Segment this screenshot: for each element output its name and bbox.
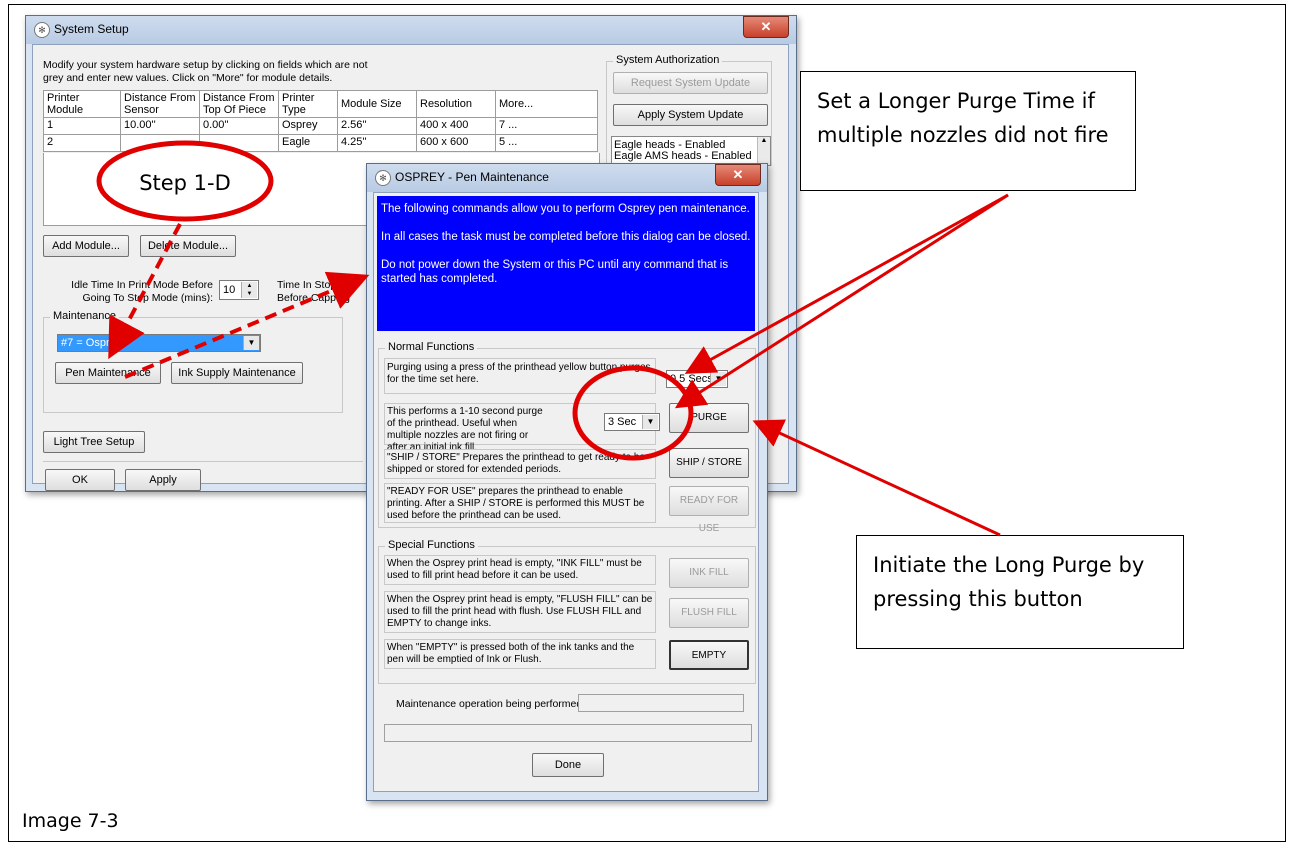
chevron-down-icon[interactable]: ▼ — [642, 415, 658, 429]
chevron-down-icon[interactable]: ▼ — [710, 372, 726, 386]
spinner-arrows-icon[interactable]: ▲ ▼ — [241, 282, 257, 298]
table-cell[interactable]: 1 — [43, 117, 121, 135]
table-row[interactable]: 2 Eagle 4.25'' 600 x 600 5 ... — [43, 134, 598, 152]
column-header: Resolution — [416, 90, 496, 118]
status-list[interactable]: Eagle heads - Enabled Eagle AMS heads - … — [611, 136, 771, 166]
pen-maintenance-button[interactable]: Pen Maintenance — [55, 362, 161, 384]
ship-text: "SHIP / STORE" Prepares the printhead to… — [387, 452, 645, 475]
pen-maintenance-dialog: ✻ OSPREY - Pen Maintenance ✕ The followi… — [366, 163, 768, 801]
purge-press-value: 0.5 Secs — [670, 373, 713, 385]
table-cell[interactable]: 10.00'' — [120, 117, 200, 135]
purge-duration-select[interactable]: 3 Sec ▼ — [604, 413, 660, 431]
ship-row: "SHIP / STORE" Prepares the printhead to… — [384, 449, 656, 479]
apply-update-button[interactable]: Apply System Update — [613, 104, 768, 126]
add-module-button[interactable]: Add Module... — [43, 235, 129, 257]
table-cell[interactable] — [120, 134, 200, 152]
purge-duration-value: 3 Sec — [608, 416, 637, 428]
table-row[interactable]: 1 10.00'' 0.00'' Osprey 2.56'' 400 x 400… — [43, 117, 598, 135]
ink-supply-button[interactable]: Ink Supply Maintenance — [171, 362, 303, 384]
initiate-purge-callout: Initiate the Long Purge by pressing this… — [856, 535, 1184, 649]
flush-text: When the Osprey print head is empty, "FL… — [387, 594, 653, 629]
ready-text: "READY FOR USE" prepares the printhead t… — [387, 486, 645, 521]
info-line: In all cases the task must be completed … — [381, 231, 751, 243]
app-icon: ✻ — [34, 22, 50, 38]
purge-text: This performs a 1-10 second purge of the… — [387, 406, 543, 453]
idle-time-spinner[interactable]: 10 ▲ ▼ — [219, 280, 259, 300]
table-cell[interactable] — [199, 134, 279, 152]
ready-row: "READY FOR USE" prepares the printhead t… — [384, 483, 656, 523]
table-cell[interactable]: Eagle — [278, 134, 338, 152]
table-header-row: Printer Module Distance From Sensor Dist… — [43, 90, 598, 118]
operation-label: Maintenance operation being performed: — [396, 698, 586, 710]
close-button[interactable]: ✕ — [743, 16, 789, 38]
apply-button[interactable]: Apply — [125, 469, 201, 491]
request-update-button[interactable]: Request System Update — [613, 72, 768, 94]
table-cell[interactable]: Osprey — [278, 117, 338, 135]
table-cell[interactable]: 2.56'' — [337, 117, 417, 135]
separator — [43, 461, 363, 462]
info-panel: The following commands allow you to perf… — [377, 196, 755, 331]
table-cell[interactable]: 2 — [43, 134, 121, 152]
ok-button[interactable]: OK — [45, 469, 115, 491]
window-title: System Setup — [54, 22, 129, 36]
operation-field — [578, 694, 744, 712]
empty-button[interactable]: EMPTY — [669, 640, 749, 670]
column-header: Distance From Top Of Piece — [199, 90, 279, 118]
table-cell[interactable]: 4.25'' — [337, 134, 417, 152]
status-item: Eagle AMS heads - Enabled — [614, 150, 752, 162]
maintenance-label: Maintenance — [50, 310, 119, 322]
instructions-text: Modify your system hardware setup by cli… — [43, 59, 368, 84]
ink-fill-text: When the Osprey print head is empty, "IN… — [387, 558, 642, 581]
ready-for-use-button[interactable]: READY FOR USE — [669, 486, 749, 534]
empty-text: When "EMPTY" is pressed both of the ink … — [387, 642, 635, 665]
figure-caption: Image 7-3 — [22, 810, 119, 832]
dialog-title: OSPREY - Pen Maintenance — [395, 170, 549, 184]
scrollbar[interactable]: ▲ — [757, 137, 770, 165]
pen-dialog-titlebar[interactable]: ✻ OSPREY - Pen Maintenance ✕ — [367, 164, 767, 192]
ship-store-button[interactable]: SHIP / STORE — [669, 448, 749, 478]
column-header: Distance From Sensor — [120, 90, 200, 118]
delete-module-button[interactable]: Delete Module... — [140, 235, 236, 257]
time-stopped-label: Time In Stopped Before Capping — [277, 279, 354, 304]
table-cell[interactable]: 7 ... — [495, 117, 598, 135]
ink-fill-row: When the Osprey print head is empty, "IN… — [384, 555, 656, 585]
purge-press-row: Purging using a press of the printhead y… — [384, 358, 656, 394]
info-line: The following commands allow you to perf… — [381, 203, 750, 215]
info-line: Do not power down the System or this PC … — [381, 259, 729, 285]
purge-press-select[interactable]: 0.5 Secs ▼ — [666, 370, 728, 388]
authorization-label: System Authorization — [613, 54, 723, 66]
idle-time-label: Idle Time In Print Mode Before Going To … — [71, 279, 213, 304]
module-table: Printer Module Distance From Sensor Dist… — [43, 90, 598, 152]
column-header: Module Size — [337, 90, 417, 118]
table-cell[interactable]: 0.00'' — [199, 117, 279, 135]
empty-row: When "EMPTY" is pressed both of the ink … — [384, 639, 656, 669]
idle-time-value: 10 — [223, 284, 236, 296]
column-header: Printer Type — [278, 90, 338, 118]
maintenance-select-value: #7 = Osprey — [61, 337, 122, 349]
chevron-down-icon[interactable]: ▼ — [243, 336, 259, 350]
app-icon: ✻ — [375, 170, 391, 186]
table-cell[interactable]: 5 ... — [495, 134, 598, 152]
purge-press-text: Purging using a press of the printhead y… — [387, 362, 651, 385]
progress-bar — [384, 724, 752, 742]
ink-fill-button[interactable]: INK FILL — [669, 558, 749, 588]
pen-dialog-client: The following commands allow you to perf… — [373, 192, 759, 792]
maintenance-select[interactable]: #7 = Osprey ▼ — [57, 334, 261, 352]
system-setup-titlebar[interactable]: ✻ System Setup ✕ — [26, 16, 796, 44]
table-cell[interactable]: 400 x 400 — [416, 117, 496, 135]
light-tree-button[interactable]: Light Tree Setup — [43, 431, 145, 453]
flush-row: When the Osprey print head is empty, "FL… — [384, 591, 656, 633]
normal-functions-label: Normal Functions — [385, 341, 478, 353]
close-button[interactable]: ✕ — [715, 164, 761, 186]
done-button[interactable]: Done — [532, 753, 604, 777]
flush-fill-button[interactable]: FLUSH FILL — [669, 598, 749, 628]
column-header: Printer Module — [43, 90, 121, 118]
special-functions-label: Special Functions — [385, 539, 478, 551]
purge-button[interactable]: PURGE — [669, 403, 749, 433]
column-header: More... — [495, 90, 598, 118]
table-cell[interactable]: 600 x 600 — [416, 134, 496, 152]
purge-time-callout: Set a Longer Purge Time if multiple nozz… — [800, 71, 1136, 191]
